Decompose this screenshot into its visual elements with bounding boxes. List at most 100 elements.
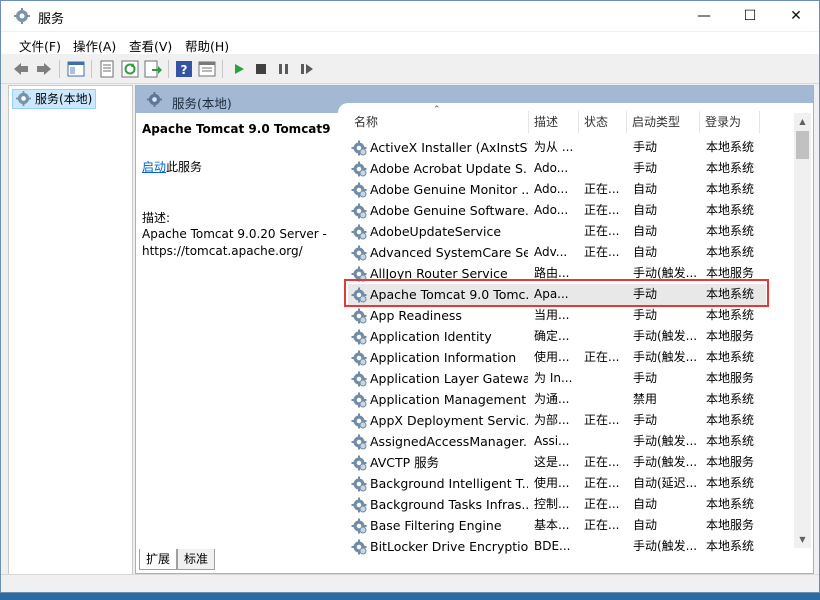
console-tree: 服务(本地): [8, 85, 133, 591]
table-row[interactable]: Application Information 使用... 正在... 手动(触发..…: [348, 347, 766, 368]
gear-icon: [351, 476, 367, 492]
service-description: Ado...: [534, 203, 569, 217]
play-icon[interactable]: [230, 60, 248, 78]
table-row[interactable]: AssignedAccessManager... Assi... 手动(触发... 本…: [348, 431, 766, 452]
forward-icon[interactable]: [35, 60, 53, 78]
tree-node-label: 服务(本地): [35, 92, 93, 106]
table-row[interactable]: Background Intelligent T... 使用... 正在... 自动(…: [348, 473, 766, 494]
tab-extended[interactable]: 扩展: [139, 549, 178, 570]
svg-text:?: ?: [181, 63, 188, 77]
menu-action[interactable]: 操作(A): [73, 36, 116, 55]
service-description: 控制...: [534, 497, 570, 511]
minimize-button[interactable]: —: [681, 1, 727, 31]
menu-view[interactable]: 查看(V): [129, 36, 172, 55]
service-logon-as: 本地系统: [706, 224, 755, 238]
column-header-logon-as[interactable]: 登录为: [705, 113, 741, 130]
table-row[interactable]: Application Identity 确定... 手动(触发... 本地服务: [348, 326, 766, 347]
tab-standard[interactable]: 标准: [177, 549, 216, 570]
table-row[interactable]: Application Layer Gatewa... 为 In... 手动 本地服务: [348, 368, 766, 389]
restart-icon[interactable]: [298, 60, 316, 78]
service-logon-as: 本地系统: [706, 476, 755, 490]
console-tree-icon[interactable]: [67, 60, 85, 78]
service-detail-panel: Apache Tomcat 9.0 Tomcat9 启动此服务 描述: Apac…: [136, 113, 338, 573]
selected-service-name: Apache Tomcat 9.0 Tomcat9: [142, 122, 331, 136]
maximize-button[interactable]: ☐: [727, 1, 773, 31]
service-status: 正在...: [584, 476, 620, 490]
scroll-up-icon[interactable]: ▲: [794, 113, 811, 130]
view-icon[interactable]: [198, 60, 216, 78]
close-button[interactable]: ✕: [773, 1, 819, 31]
service-name: Base Filtering Engine: [370, 518, 502, 533]
table-row[interactable]: ActiveX Installer (AxInstSV) 为从 ... 手动 本地系统: [348, 137, 766, 158]
service-description: 确定...: [534, 329, 570, 343]
service-logon-as: 本地系统: [706, 350, 755, 364]
service-startup-type: 手动: [633, 308, 658, 322]
service-startup-type: 手动(触发...: [633, 434, 698, 448]
back-icon[interactable]: [12, 60, 30, 78]
scroll-down-icon[interactable]: ▼: [794, 531, 811, 548]
service-name: Adobe Genuine Software...: [370, 203, 528, 218]
table-row[interactable]: Background Tasks Infras... 控制... 正在... 自动 本地…: [348, 494, 766, 515]
tree-node-services-local[interactable]: 服务(本地): [12, 89, 97, 109]
service-logon-as: 本地系统: [706, 308, 755, 322]
help-icon[interactable]: ?: [175, 60, 193, 78]
menu-help[interactable]: 帮助(H): [185, 36, 229, 55]
service-status: 正在...: [584, 224, 620, 238]
gear-icon: [351, 329, 367, 345]
column-divider[interactable]: [528, 111, 529, 133]
service-startup-type: 自动: [633, 224, 658, 238]
column-header-name[interactable]: 名称: [354, 113, 378, 130]
gear-icon: [351, 518, 367, 534]
service-status: 正在...: [584, 245, 620, 259]
refresh-icon[interactable]: [121, 60, 139, 78]
gear-icon: [351, 182, 367, 198]
service-startup-type: 手动: [633, 371, 658, 385]
column-divider[interactable]: [759, 111, 760, 133]
service-description: 为部...: [534, 413, 570, 427]
service-description: Ado...: [534, 161, 569, 175]
start-service-link[interactable]: 启动: [142, 160, 166, 174]
properties-icon[interactable]: [98, 60, 116, 78]
service-status: 正在...: [584, 413, 620, 427]
table-row[interactable]: Advanced SystemCare Se... Adv... 正在... 自动 本地…: [348, 242, 766, 263]
service-logon-as: 本地服务: [706, 518, 755, 532]
table-row[interactable]: Adobe Genuine Software... Ado... 正在... 自动 本地…: [348, 200, 766, 221]
scrollbar-thumb[interactable]: [796, 131, 809, 159]
vertical-scrollbar[interactable]: ▲ ▼: [794, 113, 811, 548]
table-row[interactable]: Base Filtering Engine 基本... 正在... 自动 本地服务: [348, 515, 766, 536]
service-logon-as: 本地系统: [706, 182, 755, 196]
export-icon[interactable]: [144, 60, 162, 78]
table-row[interactable]: AdobeUpdateService 正在... 自动 本地系统: [348, 221, 766, 242]
column-divider[interactable]: [626, 111, 627, 133]
table-row[interactable]: Adobe Genuine Monitor ... Ado... 正在... 自动 本地…: [348, 179, 766, 200]
column-header-description[interactable]: 描述: [534, 113, 558, 130]
table-row[interactable]: Adobe Acrobat Update S... Ado... 手动 本地系统: [348, 158, 766, 179]
service-name: AppX Deployment Servic...: [370, 413, 528, 428]
service-startup-type: 手动(触发...: [633, 329, 698, 343]
service-logon-as: 本地系统: [706, 434, 755, 448]
service-startup-type: 手动: [633, 140, 658, 154]
service-logon-as: 本地系统: [706, 392, 755, 406]
stop-icon[interactable]: [252, 60, 270, 78]
column-divider[interactable]: [699, 111, 700, 133]
service-startup-type: 手动(触发...: [633, 455, 698, 469]
table-row[interactable]: AVCTP 服务 这是... 正在... 手动(触发... 本地服务: [348, 452, 766, 473]
gear-icon: [351, 224, 367, 240]
start-service-suffix: 此服务: [166, 160, 203, 174]
menu-file[interactable]: 文件(F): [19, 36, 61, 55]
service-name: Background Tasks Infras...: [370, 497, 528, 512]
column-divider[interactable]: [578, 111, 579, 133]
table-row[interactable]: AppX Deployment Servic... 为部... 正在... 手动 本地系…: [348, 410, 766, 431]
column-header-status[interactable]: 状态: [584, 113, 608, 130]
service-status: 正在...: [584, 182, 620, 196]
service-logon-as: 本地系统: [706, 140, 755, 154]
column-header-startup-type[interactable]: 启动类型: [632, 113, 680, 130]
table-row[interactable]: Application Management 为通... 禁用 本地系统: [348, 389, 766, 410]
pause-icon[interactable]: [275, 60, 293, 78]
service-name: Application Information: [370, 350, 517, 365]
service-status: 正在...: [584, 497, 620, 511]
services-window: 服务 — ☐ ✕ 文件(F) 操作(A) 查看(V) 帮助(H) ? 服务(本地…: [0, 0, 820, 593]
service-logon-as: 本地系统: [706, 161, 755, 175]
service-name: ActiveX Installer (AxInstSV): [370, 140, 528, 155]
table-row[interactable]: App Readiness 当用... 手动 本地系统: [348, 305, 766, 326]
